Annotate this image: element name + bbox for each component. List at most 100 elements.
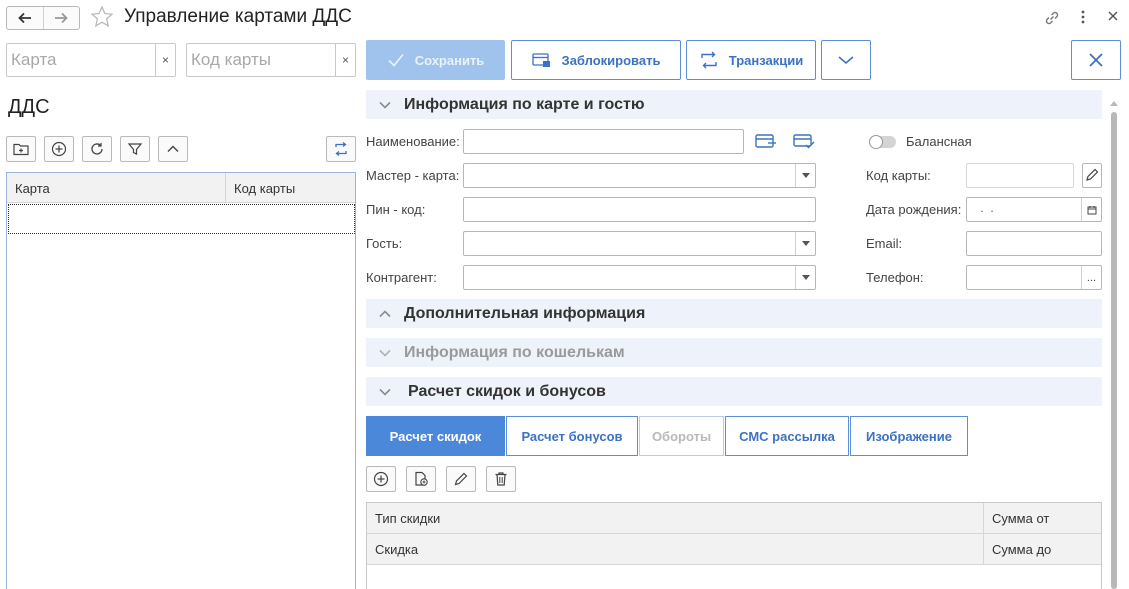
chevron-down-icon: [838, 56, 854, 65]
forward-button[interactable]: [42, 7, 80, 29]
card-check-icon[interactable]: [793, 132, 815, 153]
chevron-down-icon: [379, 349, 391, 357]
pencil-icon: [1086, 168, 1099, 181]
tab-turnover[interactable]: Обороты: [639, 416, 724, 456]
phone-label: Телефон:: [866, 270, 924, 285]
refresh-icon: [91, 143, 103, 155]
arrow-right-icon: [55, 12, 69, 24]
birth-date-field[interactable]: . .: [966, 197, 1102, 222]
transactions-button-label: Транзакции: [728, 52, 804, 68]
close-icon: [1089, 53, 1103, 67]
edit-code-button[interactable]: [1082, 163, 1102, 188]
create-folder-button[interactable]: [6, 136, 36, 162]
favorite-star-icon[interactable]: [90, 5, 114, 32]
table-header: Карта Код карты: [7, 173, 355, 203]
card-filter-clear-button[interactable]: ×: [155, 44, 175, 76]
transactions-icon: [701, 51, 717, 69]
scroll-up-arrow-icon[interactable]: [1109, 95, 1119, 110]
column-header-discount[interactable]: Скидка: [367, 534, 984, 564]
checkmark-icon: [388, 53, 404, 67]
grid-header-row: Тип скидки Сумма от: [367, 503, 1101, 534]
section-discounts-title: Расчет скидок и бонусов: [408, 382, 606, 400]
name-field[interactable]: [463, 129, 744, 154]
dropdown-arrow-icon[interactable]: [795, 164, 815, 187]
card-code-label: Код карты:: [866, 168, 931, 183]
grid-add-button[interactable]: [366, 466, 396, 492]
card-filter-input[interactable]: [7, 44, 155, 76]
tab-discount-calc[interactable]: Расчет скидок: [366, 416, 505, 456]
phone-field[interactable]: ...: [966, 265, 1102, 290]
dropdown-arrow-icon[interactable]: [795, 266, 815, 289]
refresh-button[interactable]: [82, 136, 112, 162]
section-discounts[interactable]: Расчет скидок и бонусов: [366, 377, 1102, 406]
guest-field[interactable]: [463, 231, 816, 256]
chevron-up-icon: [167, 145, 179, 152]
pencil-icon: [454, 472, 468, 486]
close-window-icon[interactable]: [1106, 9, 1120, 26]
grid-copy-button[interactable]: [406, 466, 436, 492]
trash-icon: [495, 472, 507, 486]
plus-circle-icon: [51, 141, 67, 157]
back-button[interactable]: [7, 7, 43, 29]
section-card-info-title: Информация по карте и гостю: [404, 95, 645, 113]
vertical-scrollbar[interactable]: [1111, 112, 1117, 589]
add-button[interactable]: [44, 136, 74, 162]
more-actions-button[interactable]: [821, 40, 871, 80]
code-filter-input[interactable]: [187, 44, 335, 76]
code-filter-clear-button[interactable]: ×: [335, 44, 355, 76]
balance-label: Балансная: [906, 134, 972, 149]
folder-add-icon: [13, 143, 29, 156]
master-card-field[interactable]: [463, 163, 816, 188]
card-read-icon[interactable]: [755, 132, 777, 153]
section-card-info[interactable]: Информация по карте и гостю: [366, 90, 1102, 119]
column-header-amount-from[interactable]: Сумма от: [984, 503, 1101, 533]
cards-table: Карта Код карты: [6, 172, 356, 589]
sync-icon: [335, 141, 347, 157]
tab-bonus-calc[interactable]: Расчет бонусов: [506, 416, 638, 456]
column-header-amount-to[interactable]: Сумма до: [984, 534, 1101, 564]
column-header-discount-type[interactable]: Тип скидки: [367, 503, 984, 533]
list-title: ДДС: [8, 96, 50, 118]
close-form-button[interactable]: [1071, 40, 1121, 80]
tab-image[interactable]: Изображение: [850, 416, 968, 456]
contractor-field[interactable]: [463, 265, 816, 290]
card-filter: ×: [6, 43, 176, 77]
dropdown-arrow-icon[interactable]: [795, 232, 815, 255]
pin-field[interactable]: [463, 197, 816, 222]
document-add-icon: [415, 471, 428, 486]
table-row[interactable]: [8, 204, 355, 234]
transactions-button[interactable]: Транзакции: [686, 40, 816, 80]
birth-date-value: . .: [977, 201, 994, 215]
save-button[interactable]: Сохранить: [366, 40, 505, 80]
name-label: Наименование:: [366, 134, 460, 149]
block-button[interactable]: Заблокировать: [511, 40, 681, 80]
grid-edit-button[interactable]: [446, 466, 476, 492]
section-wallets[interactable]: Информация по кошелькам: [366, 338, 1102, 367]
section-additional[interactable]: Дополнительная информация: [366, 299, 1102, 328]
plus-circle-icon: [373, 471, 389, 487]
window-title: Управление картами ДДС: [124, 6, 352, 27]
tab-sms-mailing[interactable]: СМС рассылка: [725, 416, 849, 456]
save-button-label: Сохранить: [414, 52, 485, 68]
chevron-down-icon: [379, 388, 391, 396]
funnel-icon: [127, 143, 143, 155]
calendar-icon[interactable]: [1081, 198, 1101, 221]
guest-label: Гость:: [366, 236, 403, 251]
section-additional-title: Дополнительная информация: [404, 304, 646, 322]
phone-select-button[interactable]: ...: [1081, 266, 1101, 289]
code-filter: ×: [186, 43, 356, 77]
chevron-down-icon: [379, 101, 391, 109]
level-up-button[interactable]: [158, 136, 188, 162]
sync-button[interactable]: [326, 136, 356, 162]
link-icon[interactable]: [1043, 9, 1061, 30]
history-nav: [6, 6, 80, 30]
column-header-code[interactable]: Код карты: [226, 173, 355, 202]
email-field[interactable]: [966, 231, 1102, 256]
arrow-left-icon: [17, 12, 31, 24]
more-menu-icon[interactable]: [1079, 9, 1087, 28]
filter-button[interactable]: [120, 136, 150, 162]
card-code-field[interactable]: [966, 163, 1074, 188]
grid-delete-button[interactable]: [486, 466, 516, 492]
balance-toggle[interactable]: [868, 134, 898, 153]
column-header-card[interactable]: Карта: [7, 173, 226, 202]
